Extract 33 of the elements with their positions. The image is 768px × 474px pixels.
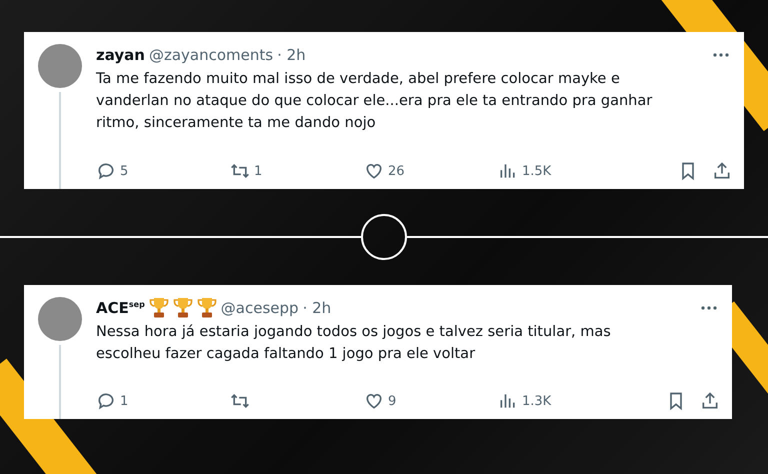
trophy-icon [148,297,169,319]
tweet-text: ritmo, sinceramente ta me dando nojo [96,114,377,133]
more-icon[interactable] [712,52,730,58]
user-name[interactable]: ACE$^{sep}$ [96,299,145,317]
reply-icon[interactable] [96,391,116,411]
tweet-text: escolheu fazer cagada faltando 1 jogo pra ele voltar [96,345,476,364]
heart-icon[interactable] [364,161,384,181]
trophy-icon [172,297,193,319]
retweet-icon[interactable] [230,161,250,181]
user-handle[interactable]: @acesepp [220,299,299,317]
tweet-text: vanderlan no ataque do que colocar ele...era pra ele ta entrando pra ganhar [96,92,654,111]
action-count: 1.3K [522,394,552,408]
reply-icon[interactable] [96,161,116,181]
action-count: 9 [388,394,396,408]
share-icon[interactable] [712,161,732,181]
user-name[interactable]: zayan [96,46,145,64]
heart-icon[interactable] [364,391,384,411]
tweet-text: Nessa hora já estaria jogando todos os jogos e talvez seria titular, mas [96,323,612,342]
action-count: 26 [388,164,405,178]
share-icon[interactable] [700,391,720,411]
action-count: 1 [254,164,262,178]
more-icon[interactable] [700,305,718,311]
tweet-text: Ta me fazendo muito mal isso de verdade, abel prefere colocar mayke e [96,70,621,89]
retweet-icon[interactable] [230,391,250,411]
post-time: · 2h [277,46,306,64]
avatar [38,44,82,88]
action-count: 5 [120,164,128,178]
action-count: 1.5K [522,164,552,178]
trophy-icon [196,297,217,319]
action-count: 1 [120,394,128,408]
user-handle[interactable]: @zayancoments [148,46,274,64]
post-time: · 2h [302,299,332,317]
avatar [38,297,82,341]
